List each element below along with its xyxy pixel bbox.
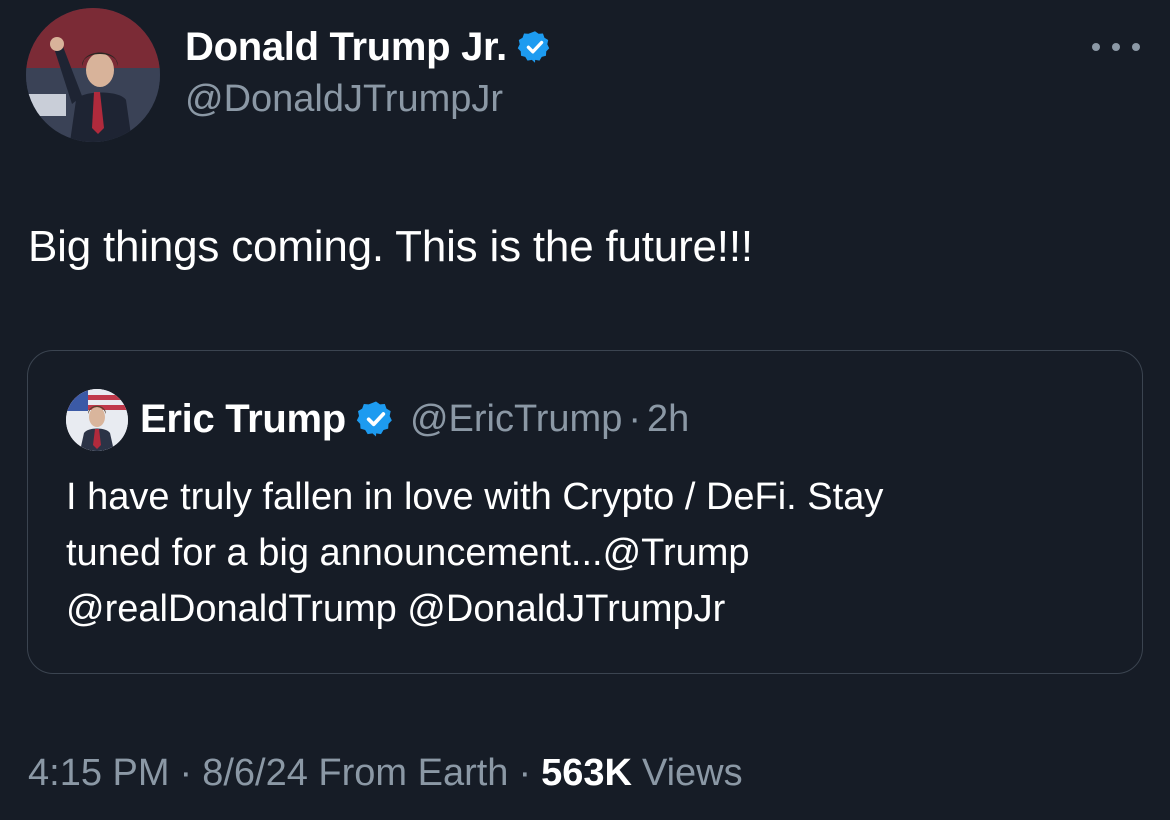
tweet-text: Big things coming. This is the future!!!: [28, 222, 753, 271]
tweet-date-location[interactable]: 8/6/24 From Earth: [202, 752, 508, 795]
quoted-text-line: tuned for a big announcement...@Trump: [66, 532, 750, 574]
quoted-tweet-card[interactable]: Eric Trump @EricTrump · 2h I have truly …: [27, 350, 1143, 674]
author-handle[interactable]: @DonaldJTrumpJr: [185, 78, 503, 121]
quoted-text-line: I have truly fallen in love with Crypto …: [66, 476, 884, 518]
tweet-time[interactable]: 4:15 PM: [28, 752, 170, 795]
quoted-timestamp[interactable]: 2h: [647, 398, 689, 441]
more-options-button[interactable]: [1092, 34, 1140, 60]
views-count[interactable]: 563K: [541, 752, 632, 795]
quoted-author-handle[interactable]: @EricTrump: [410, 398, 622, 441]
quoted-separator: ·: [628, 397, 642, 440]
quoted-author-avatar[interactable]: [66, 389, 128, 451]
quoted-author-name[interactable]: Eric Trump: [140, 397, 346, 442]
quoted-text-line: @realDonaldTrump @DonaldJTrumpJr: [66, 588, 726, 630]
quoted-tweet-text: I have truly fallen in love with Crypto …: [66, 469, 1116, 637]
author-name[interactable]: Donald Trump Jr.: [185, 25, 507, 70]
author-name-row[interactable]: Donald Trump Jr.: [185, 22, 553, 72]
quoted-tweet-header: Eric Trump @EricTrump · 2h: [140, 393, 689, 445]
author-avatar[interactable]: [26, 8, 160, 142]
meta-separator: ·: [518, 751, 532, 794]
verified-badge-icon: [517, 29, 553, 65]
meta-separator: ·: [179, 751, 193, 794]
more-horizontal-icon: [1092, 43, 1100, 51]
views-label[interactable]: Views: [642, 752, 743, 795]
verified-badge-icon: [356, 399, 396, 439]
tweet-meta: 4:15 PM · 8/6/24 From Earth · 563K Views: [28, 748, 743, 798]
